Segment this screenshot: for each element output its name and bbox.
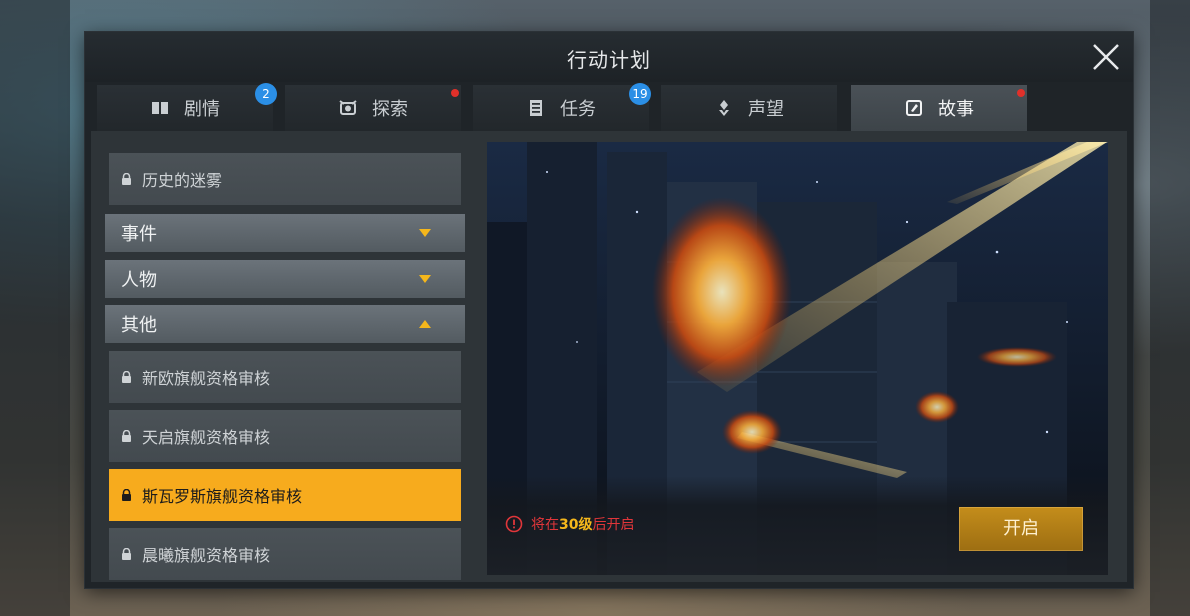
tab-explore-label: 探索 (372, 99, 408, 120)
lock-icon (122, 371, 131, 383)
task-icon (530, 100, 542, 116)
story-icon (906, 100, 922, 116)
list-item-label: 新欧旗舰资格审核 (142, 369, 271, 388)
tab-tasks[interactable]: 任务 19 (473, 83, 651, 131)
tab-tasks-badge: 19 (629, 83, 651, 105)
list-item-apocalypse-flagship[interactable]: 天启旗舰资格审核 (109, 410, 461, 462)
lock-icon (122, 430, 131, 442)
title-bar: 行动计划 (85, 32, 1133, 82)
list-item-label: 天启旗舰资格审核 (142, 428, 271, 447)
background-pillar-left (0, 0, 70, 616)
content-area: 历史的迷雾 事件 人物 其他 新欧旗舰资格审核 天启旗舰资格审核 斯瓦罗斯旗舰资… (91, 131, 1127, 582)
window-title: 行动计划 (567, 48, 651, 72)
book-icon (152, 102, 168, 114)
category-label: 事件 (121, 224, 157, 245)
list-item-label: 历史的迷雾 (142, 171, 223, 190)
tab-tasks-label: 任务 (560, 99, 596, 120)
action-plan-window: 行动计划 剧情 2 探索 任务 19 声望 故事 历史的迷雾 事件 人物 其他 … (85, 32, 1133, 588)
background-pillar-right (1150, 0, 1190, 616)
category-label: 其他 (121, 315, 157, 336)
list-item-mist-of-history[interactable]: 历史的迷雾 (109, 153, 461, 205)
tab-bar: 剧情 2 探索 任务 19 声望 故事 (97, 83, 1127, 131)
story-preview: 将在 30级 后开启 开启 (487, 142, 1108, 575)
tab-reputation-label: 声望 (748, 99, 784, 120)
tab-story-notification-dot (1017, 89, 1025, 97)
story-list: 历史的迷雾 事件 人物 其他 新欧旗舰资格审核 天启旗舰资格审核 斯瓦罗斯旗舰资… (99, 143, 465, 582)
chevron-down-icon (419, 275, 431, 283)
tab-story[interactable]: 故事 (851, 85, 1027, 131)
chevron-down-icon (419, 229, 431, 237)
tab-explore-notification-dot (451, 89, 459, 97)
tab-plot-badge: 2 (255, 83, 277, 105)
close-icon (1093, 44, 1119, 70)
tab-story-label: 故事 (938, 99, 974, 120)
list-item-label: 晨曦旗舰资格审核 (142, 546, 271, 565)
unlock-note-prefix: 将在 (531, 517, 559, 533)
explore-icon (339, 100, 357, 115)
unlock-level: 30级 (559, 517, 593, 533)
list-item-neo-euro-flagship[interactable]: 新欧旗舰资格审核 (109, 351, 461, 403)
reputation-icon (719, 100, 729, 116)
chevron-up-icon (419, 320, 431, 328)
category-characters[interactable]: 人物 (105, 260, 465, 298)
category-events[interactable]: 事件 (105, 214, 465, 252)
list-item-svaros-flagship[interactable]: 斯瓦罗斯旗舰资格审核 (109, 469, 461, 521)
category-other[interactable]: 其他 (105, 305, 465, 343)
unlock-condition: 将在 30级 后开启 (505, 514, 634, 534)
tab-plot-label: 剧情 (184, 99, 220, 120)
lock-icon (122, 173, 131, 185)
tab-reputation[interactable]: 声望 (661, 85, 837, 131)
lock-icon (122, 489, 131, 501)
warning-icon (505, 515, 523, 533)
tab-explore[interactable]: 探索 (285, 85, 461, 131)
tab-plot[interactable]: 剧情 2 (97, 83, 277, 131)
open-button[interactable]: 开启 (959, 507, 1083, 551)
list-item-label: 斯瓦罗斯旗舰资格审核 (142, 487, 303, 506)
category-label: 人物 (121, 270, 157, 291)
list-item-dawn-flagship[interactable]: 晨曦旗舰资格审核 (109, 528, 461, 580)
unlock-note-suffix: 后开启 (592, 517, 635, 533)
lock-icon (122, 548, 131, 560)
close-button[interactable] (1089, 40, 1123, 74)
